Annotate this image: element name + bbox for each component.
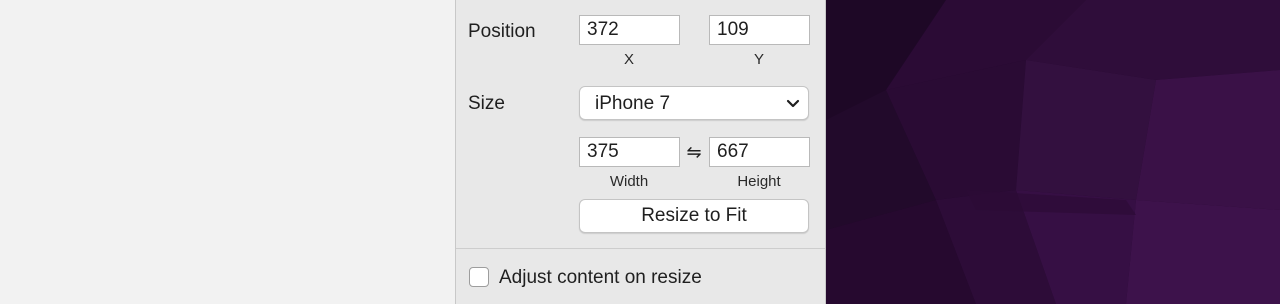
position-y-caption: Y <box>753 51 764 68</box>
position-label: Position <box>468 21 536 42</box>
size-label: Size <box>468 93 505 114</box>
width-input[interactable] <box>579 137 680 167</box>
adjust-content-checkbox[interactable] <box>469 267 489 287</box>
wallpaper-graphic <box>826 0 1280 304</box>
position-x-caption: X <box>623 51 634 68</box>
size-preset-value: iPhone 7 <box>595 93 671 114</box>
inspector-panel: Position X Y Size iPhone 7 Width ⇋ Heigh… <box>455 0 826 304</box>
chevron-down-icon <box>786 99 800 108</box>
size-preset-select[interactable]: iPhone 7 <box>579 86 809 120</box>
canvas-area[interactable] <box>0 0 455 304</box>
width-caption: Width <box>609 173 649 190</box>
position-y-input[interactable] <box>709 15 810 45</box>
position-x-input[interactable] <box>579 15 680 45</box>
resize-to-fit-button[interactable]: Resize to Fit <box>579 199 809 233</box>
adjust-content-label[interactable]: Adjust content on resize <box>499 267 702 289</box>
desktop-wallpaper <box>826 0 1280 304</box>
constrain-proportions-icon[interactable]: ⇋ <box>684 142 704 162</box>
height-input[interactable] <box>709 137 810 167</box>
app-window: Position X Y Size iPhone 7 Width ⇋ Heigh… <box>0 0 1280 304</box>
section-divider <box>456 248 825 249</box>
height-caption: Height <box>737 173 781 190</box>
